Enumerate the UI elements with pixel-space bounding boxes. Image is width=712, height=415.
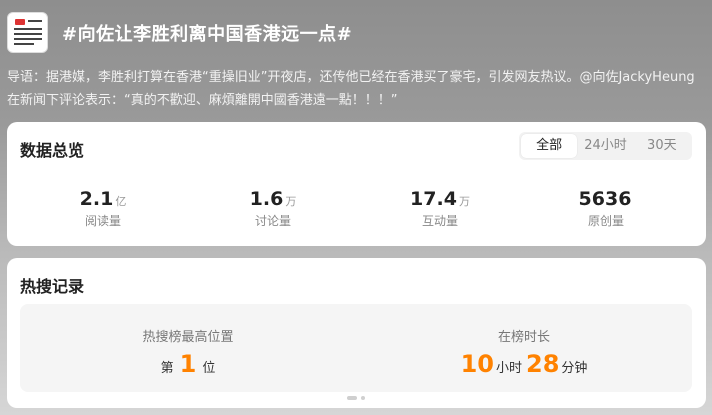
stat-read-value: 2.1 [79,188,114,210]
time-range-tabs: 全部 24小时 30天 [519,132,692,160]
stat-interact: 17.4 万 互动量 [360,188,520,229]
duration-hours-unit: 小时 [495,361,522,376]
duration-minutes: 28 [526,350,560,378]
duration-label: 在榜时长 [497,330,550,345]
stat-read: 2.1 亿 阅读量 [23,188,183,229]
peak-prefix: 第 [160,361,174,376]
stat-original: 5636 原创量 [526,188,686,229]
hot-search-panel: 热搜榜最高位置 第1位 在榜时长 10 小时 28 分钟 [20,304,692,392]
duration-value-line: 10 小时 28 分钟 [356,350,692,378]
stat-discuss: 1.6 万 讨论量 [193,188,353,229]
thumb-red-mark [15,19,25,25]
stat-original-value: 5636 [578,188,632,210]
stat-interact-unit: 万 [458,195,470,208]
overview-stats: 2.1 亿 阅读量 1.6 万 讨论量 17.4 万 互动量 5636 原创量 [7,188,706,232]
stat-original-label: 原创量 [587,214,624,228]
topic-thumbnail-image[interactable] [7,12,48,53]
stat-discuss-label: 讨论量 [254,214,291,228]
peak-rank-number: 1 [179,350,197,378]
peak-suffix: 位 [202,361,216,376]
peak-position-label: 热搜榜最高位置 [142,330,234,345]
stat-discuss-value: 1.6 [249,188,284,210]
topic-title: #向佐让李胜利离中国香港远一点# [62,24,353,45]
duration-minutes-unit: 分钟 [561,361,588,376]
tab-30d[interactable]: 30天 [634,134,690,158]
duration-hours: 10 [460,350,494,378]
peak-position-value-line: 第1位 [20,350,356,378]
overview-title: 数据总览 [20,141,85,160]
stat-interact-label: 互动量 [421,214,458,228]
page-indicator-dot [361,396,365,400]
topic-header: #向佐让李胜利离中国香港远一点# 导语：据港媒，李胜利打算在香港“重操旧业”开夜… [0,0,712,120]
on-list-duration: 在榜时长 10 小时 28 分钟 [356,304,692,392]
page-indicator [347,396,367,400]
stat-interact-value: 17.4 [410,188,457,210]
peak-position: 热搜榜最高位置 第1位 [20,304,356,392]
stat-read-label: 阅读量 [84,214,121,228]
page-indicator-active [347,396,357,400]
hot-search-record-card: 热搜记录 热搜榜最高位置 第1位 在榜时长 10 小时 28 分钟 [7,258,706,408]
data-overview-card: 数据总览 全部 24小时 30天 2.1 亿 阅读量 1.6 万 讨论量 17.4 万… [7,122,706,246]
topic-intro: 导语：据港媒，李胜利打算在香港“重操旧业”开夜店，还传他已经在香港买了豪宅，引发… [7,70,695,108]
stat-read-unit: 亿 [115,195,127,208]
tab-24h[interactable]: 24小时 [577,134,633,158]
stat-discuss-unit: 万 [285,195,297,208]
tab-all[interactable]: 全部 [521,134,578,158]
hot-search-title: 热搜记录 [20,277,85,296]
